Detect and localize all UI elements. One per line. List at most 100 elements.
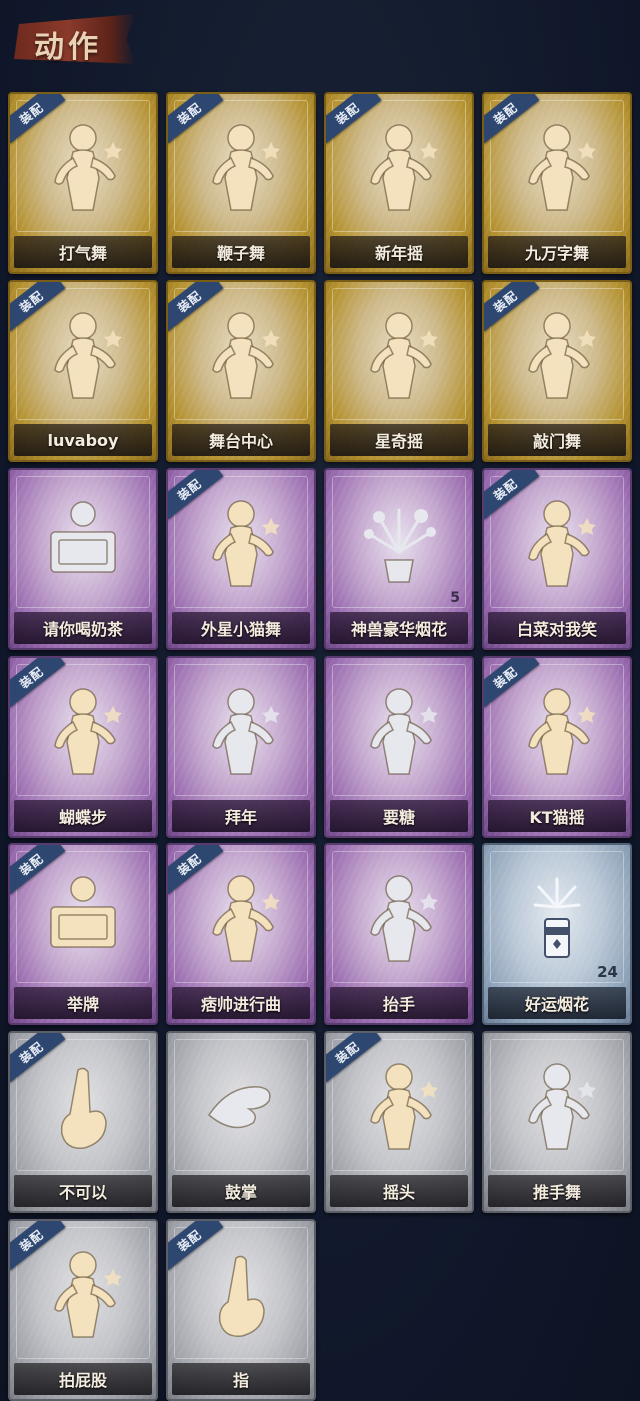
action-name: 拜年 — [224, 808, 257, 827]
action-card[interactable]: 打气舞 装配 — [8, 92, 158, 274]
figure-dance-icon — [33, 304, 133, 404]
action-card[interactable]: 新年摇 装配 — [324, 92, 474, 274]
action-card[interactable]: 鞭子舞 装配 — [166, 92, 316, 274]
action-card[interactable]: 鼓掌 — [166, 1031, 316, 1213]
figure-arms-icon — [33, 680, 133, 780]
action-card[interactable]: 请你喝奶茶 — [8, 468, 158, 650]
action-name: KT猫摇 — [529, 808, 585, 827]
clap-hands-icon — [191, 1055, 291, 1155]
finger-wag-icon — [33, 1055, 133, 1155]
action-card[interactable]: 抬手 — [324, 843, 474, 1025]
action-name: luvaboy — [47, 430, 119, 450]
action-name: 打气舞 — [58, 244, 107, 263]
card-label-bar: 新年摇 — [330, 236, 468, 268]
card-label-bar: 拍屁股 — [14, 1363, 152, 1395]
action-name: 要糖 — [382, 808, 415, 827]
card-label-bar: 白菜对我笑 — [488, 612, 626, 644]
card-label-bar: 要糖 — [330, 800, 468, 832]
figure-dance-icon — [507, 304, 607, 404]
action-name: 新年摇 — [374, 244, 423, 263]
card-label-bar: 九万字舞 — [488, 236, 626, 268]
action-name: 不可以 — [58, 1183, 107, 1202]
figure-dance-icon — [349, 116, 449, 216]
action-name: 鼓掌 — [224, 1183, 257, 1202]
firecracker-icon — [507, 867, 607, 967]
action-card[interactable]: 拜年 — [166, 656, 316, 838]
card-label-bar: 拜年 — [172, 800, 310, 832]
figure-bow-icon — [191, 680, 291, 780]
figure-dance-icon — [191, 116, 291, 216]
card-label-bar: KT猫摇 — [488, 800, 626, 832]
point-hand-icon — [191, 1243, 291, 1343]
action-name: 痞帅进行曲 — [200, 995, 281, 1014]
action-card[interactable]: 痞帅进行曲 装配 — [166, 843, 316, 1025]
action-card[interactable]: 举牌 装配 — [8, 843, 158, 1025]
figure-sign-icon — [33, 492, 133, 592]
action-name: 舞台中心 — [208, 432, 273, 451]
card-label-bar: 请你喝奶茶 — [14, 612, 152, 644]
card-label-bar: 推手舞 — [488, 1175, 626, 1207]
action-name: 蝴蝶步 — [58, 808, 107, 827]
fireworks-icon — [349, 492, 449, 592]
action-card[interactable]: KT猫摇 装配 — [482, 656, 632, 838]
figure-reach-icon — [349, 867, 449, 967]
action-name: 星奇摇 — [374, 432, 423, 451]
action-card[interactable]: 舞台中心 装配 — [166, 280, 316, 462]
action-card[interactable]: 指装配 — [166, 1219, 316, 1401]
action-name: 抬手 — [382, 995, 415, 1014]
card-label-bar: 不可以 — [14, 1175, 152, 1207]
action-card[interactable]: 蝴蝶步 装配 — [8, 656, 158, 838]
action-card[interactable]: 24 好运烟花 — [482, 843, 632, 1025]
figure-sign-icon — [33, 867, 133, 967]
figure-shake-icon — [349, 1055, 449, 1155]
action-card[interactable]: 拍屁股 装配 — [8, 1219, 158, 1401]
action-name: 九万字舞 — [524, 244, 589, 263]
action-card[interactable]: 敲门舞 装配 — [482, 280, 632, 462]
action-card[interactable]: 5 神兽豪华烟花 — [324, 468, 474, 650]
card-label-bar: 鼓掌 — [172, 1175, 310, 1207]
item-count: 24 — [597, 963, 618, 981]
action-card[interactable]: 星奇摇 — [324, 280, 474, 462]
card-label-bar: 打气舞 — [14, 236, 152, 268]
card-label-bar: 星奇摇 — [330, 424, 468, 456]
action-name: 好运烟花 — [524, 995, 589, 1014]
action-card[interactable]: 白菜对我笑 装配 — [482, 468, 632, 650]
figure-dance-icon — [191, 867, 291, 967]
action-name: 拍屁股 — [58, 1371, 107, 1390]
action-card[interactable]: 外星小猫舞 装配 — [166, 468, 316, 650]
figure-dance-icon — [191, 304, 291, 404]
card-label-bar: 神兽豪华烟花 — [330, 612, 468, 644]
action-name: 举牌 — [66, 995, 99, 1014]
action-name: 指 — [232, 1371, 249, 1390]
card-label-bar: 外星小猫舞 — [172, 612, 310, 644]
card-label-bar: 摇头 — [330, 1175, 468, 1207]
figure-dance-icon — [507, 680, 607, 780]
action-card[interactable]: 摇头 装配 — [324, 1031, 474, 1213]
item-count: 5 — [450, 590, 460, 606]
page-title: 动作 — [34, 30, 102, 65]
action-name: 摇头 — [382, 1183, 415, 1202]
card-label-bar: 蝴蝶步 — [14, 800, 152, 832]
action-card[interactable]: 要糖 — [324, 656, 474, 838]
action-card[interactable]: 不可以 装配 — [8, 1031, 158, 1213]
actions-page: { "header": { "title": "动作" }, "equip_la… — [0, 0, 640, 1401]
card-label-bar: 抬手 — [330, 987, 468, 1019]
action-card[interactable]: 推手舞 — [482, 1031, 632, 1213]
action-card[interactable]: luvaboy 装配 — [8, 280, 158, 462]
figure-dance-icon — [33, 116, 133, 216]
action-name: 敲门舞 — [532, 432, 581, 451]
figure-dance-icon — [507, 116, 607, 216]
card-label-bar: 好运烟花 — [488, 987, 626, 1019]
action-name: 推手舞 — [532, 1183, 581, 1202]
card-label-bar: luvaboy — [14, 424, 152, 456]
action-card[interactable]: 九万字舞 装配 — [482, 92, 632, 274]
action-name: 外星小猫舞 — [200, 620, 281, 639]
action-name: 请你喝奶茶 — [42, 620, 123, 639]
figure-bend-icon — [33, 1243, 133, 1343]
card-label-bar: 敲门舞 — [488, 424, 626, 456]
action-name: 鞭子舞 — [216, 244, 265, 263]
card-label-bar: 痞帅进行曲 — [172, 987, 310, 1019]
action-name: 白菜对我笑 — [516, 620, 597, 639]
figure-wave-icon — [349, 304, 449, 404]
figure-dance-icon — [507, 492, 607, 592]
